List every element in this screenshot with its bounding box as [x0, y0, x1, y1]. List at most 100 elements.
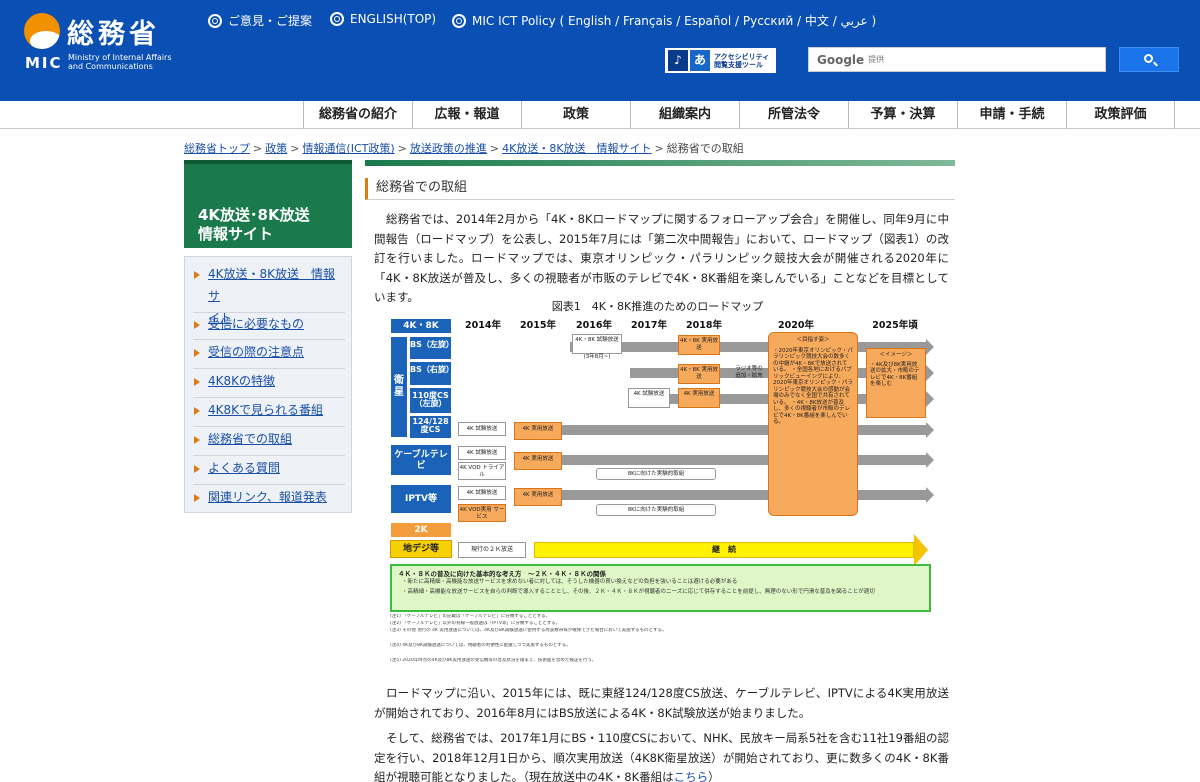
toplink-ict-policy[interactable]: MIC ICT Policy ( English / Français / Es… — [452, 12, 876, 29]
lane-cable: ケーブルテレビ — [390, 444, 452, 476]
lane-cs124: 124/128度CS — [409, 415, 452, 439]
box-current-2k: 現行の２Ｋ放送 — [458, 542, 526, 558]
arrow-right-icon — [194, 494, 200, 502]
current-programs-link[interactable]: こちら — [674, 770, 709, 782]
search-icon — [1144, 54, 1153, 63]
lane-2k: 2K — [390, 522, 452, 538]
gnav-item-organization[interactable]: 組織案内 — [630, 101, 739, 129]
google-brand: Google — [817, 52, 865, 67]
search-provided: 提供 — [868, 55, 885, 64]
box-practical-4k-iptv: 4K 実用放送 — [514, 488, 562, 506]
breadcrumb-link[interactable]: 総務省トップ — [184, 142, 250, 155]
gnav-item-press[interactable]: 広報・報道 — [412, 101, 521, 129]
timeline-arrow — [515, 487, 934, 503]
logo-ministry-line: Ministry of Internal Affairs — [68, 53, 172, 62]
sidebar-item-programs[interactable]: 4K8Kで見られる番組 — [194, 399, 344, 421]
toplink-english[interactable]: ENGLISH(TOP) — [330, 12, 436, 26]
sidebar-item-links[interactable]: 関連リンク、報道発表 — [194, 486, 344, 508]
year-header: 2018年 — [686, 320, 722, 331]
image-body: ・4K及び8K実用放送の拡大・市販のテレビで4K・8K番組を楽しむ — [870, 361, 920, 388]
box-trial-4k-cs: 4K 試験放送 — [458, 422, 506, 436]
box-trial-4k-cable: 4K 試験放送 — [458, 446, 506, 460]
box-trial-2016: 4K・8K 試験放送 — [572, 334, 622, 354]
target-title: ＜目指す姿＞ — [796, 337, 830, 343]
box-trial-4k-iptv: 4K 試験放送 — [458, 486, 506, 500]
breadcrumb-separator: > — [489, 142, 500, 155]
gnav-item-laws[interactable]: 所管法令 — [739, 101, 848, 129]
a-glyph-icon: あ — [690, 50, 710, 71]
paragraph-text: ） — [708, 770, 720, 782]
box-vod-trial: 4K VOD トライアル — [458, 462, 506, 480]
year-header: 2017年 — [631, 320, 667, 331]
lane-iptv: IPTV等 — [390, 484, 452, 514]
breadcrumb-separator: > — [397, 142, 407, 155]
toplink-label: ENGLISH(TOP) — [350, 12, 437, 26]
box-8k-toward-iptv: 8Kに向けた実験的取組 — [596, 504, 716, 516]
sidebar-item-faq[interactable]: よくある質問 — [194, 457, 344, 479]
sidebar-item-cautions[interactable]: 受信の際の注意点 — [194, 341, 344, 363]
paragraph-2015: ロードマップに沿い、2015年には、既に東経124/128度CS放送、ケーブルテ… — [374, 686, 949, 720]
accessibility-tool-button[interactable]: ♪ あ アクセシビリティ 閲覧支援ツール — [665, 48, 776, 73]
lane-bs-right: BS（右旋） — [409, 361, 454, 386]
breadcrumb: 総務省トップ > 政策 > 情報通信(ICT政策) > 放送政策の推進 >4K放送・8K放送 … — [184, 140, 744, 156]
gnav-item-policy[interactable]: 政策 — [521, 101, 630, 129]
box-trial-4k-2017: 4K 試験放送 — [628, 388, 670, 408]
section-rule — [365, 160, 955, 166]
sidebar-item-features[interactable]: 4K8Kの特徴 — [194, 370, 344, 392]
divider — [193, 397, 345, 398]
box-practical-4k8k: 4K・8K 実用放送 — [678, 335, 720, 355]
mic-logo-icon[interactable] — [24, 13, 60, 49]
box-practical-4k-2018: 4K 実用放送 — [678, 388, 720, 408]
search-input[interactable]: Google 提供 — [808, 47, 1106, 72]
sidebar-item-label: 受信の際の注意点 — [208, 345, 305, 359]
year-header: 2016年 — [576, 320, 612, 331]
divider — [193, 426, 345, 427]
divider — [193, 484, 345, 485]
breadcrumb-link[interactable]: 政策 — [265, 142, 287, 155]
accessibility-label: アクセシビリティ 閲覧支援ツール — [714, 53, 769, 69]
continue-arrow-icon — [914, 534, 928, 566]
sidebar-item-mic-efforts[interactable]: 総務省での取組 — [194, 428, 344, 450]
figure-note-line: ・高精細・高機能な放送サービスを自らの判断で導入することとし、その後、２Ｋ・４Ｋ… — [402, 589, 875, 595]
gnav-item-evaluation[interactable]: 政策評価 — [1066, 101, 1175, 129]
figure-note-line: ・新たに高精細・高機能な放送サービスを求めない者に対しては、そうした機器の買い換… — [402, 579, 738, 585]
breadcrumb-link[interactable]: 4K放送・8K放送 情報サイト — [502, 142, 651, 155]
accessibility-line: アクセシビリティ — [714, 52, 770, 61]
sidebar-item-label: よくある質問 — [208, 461, 281, 475]
box-image-2025: ＜イメージ＞ ・4K及び8K実用放送の拡大・市販のテレビで4K・8K番組を楽しむ — [866, 348, 926, 418]
page-title: 総務省での取組 — [365, 178, 955, 200]
year-header: 2014年 — [465, 320, 501, 331]
breadcrumb-link[interactable]: 情報通信(ICT政策) — [302, 142, 394, 155]
figure-caption: 図表1 4K・8K推進のためのロードマップ — [551, 300, 764, 313]
divider — [193, 455, 345, 456]
gnav-item-procedures[interactable]: 申請・手続 — [957, 101, 1066, 129]
lane-terrestrial: 地デジ等 — [390, 540, 452, 558]
sidebar-header[interactable]: 4K放送･8K放送 情報サイト — [184, 160, 352, 248]
arrow-right-icon — [194, 271, 200, 279]
figure-footnote: (注2) 「ケーブルテレビ」以外の有線一般放送は「IPTV等」に分類することとす… — [390, 621, 561, 626]
gnav-item-about[interactable]: 総務省の紹介 — [303, 101, 412, 129]
sidebar-nav: 4K放送・8K放送 情報サ イト 受信に必要なもの 受信の際の注意点 4K8Kの特… — [184, 256, 352, 513]
site-header: 総務省 MIC Ministry of Internal Affairs and… — [0, 0, 1200, 101]
search-button[interactable] — [1119, 47, 1179, 72]
figure-footnote: (注3) その他 現行の 4K 実用放送については、4K及び8K試験放送に使用す… — [390, 628, 667, 633]
box-target-2020: ＜目指す姿＞ ・2020年東京オリンピック・パラリンピック競技大会の数多くの中継… — [768, 332, 858, 516]
toplink-opinion[interactable]: ご意見・ご提案 — [208, 12, 312, 29]
sidebar-item-label: 総務省での取組 — [208, 432, 293, 446]
roadmap-figure: 4K・8K 2014年 2015年 2016年 2017年 2018年 2020… — [390, 318, 936, 668]
breadcrumb-link[interactable]: 放送政策の推進 — [410, 142, 487, 155]
sidebar-item-requirements[interactable]: 受信に必要なもの — [194, 313, 344, 335]
gnav-item-budget[interactable]: 予算・決算 — [848, 101, 957, 129]
timeline-arrow — [515, 452, 934, 468]
sidebar-item-label: 4K8Kで見られる番組 — [208, 403, 324, 417]
logo-text[interactable]: 総務省 — [67, 12, 160, 51]
breadcrumb-separator: > — [253, 142, 263, 155]
breadcrumb-separator: > — [654, 142, 664, 155]
divider — [193, 339, 345, 340]
toplink-label: ご意見・ご提案 — [228, 14, 313, 28]
circle-bullet-icon — [330, 12, 344, 26]
breadcrumb-separator: > — [290, 142, 300, 155]
figure-note-box: ４Ｋ・８Ｋの普及に向けた基本的な考え方 ～２Ｋ・４Ｋ・８Ｋの関係 ・新たに高精細… — [390, 564, 931, 612]
global-nav: 総務省の紹介 広報・報道 政策 組織案内 所管法令 予算・決算 申請・手続 政策… — [0, 101, 1200, 129]
logo-ministry-line: and Communications — [68, 62, 153, 71]
